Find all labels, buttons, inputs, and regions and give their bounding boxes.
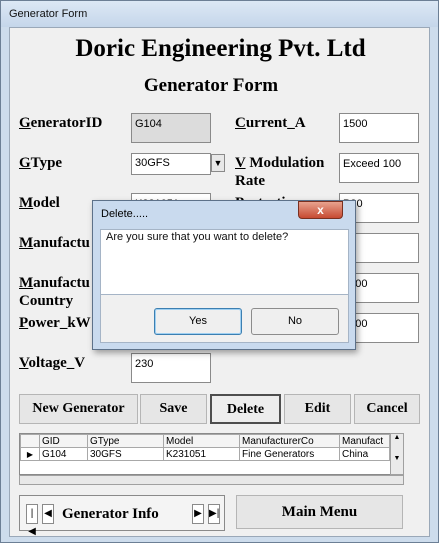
last-record-icon[interactable]: ▶| [208,504,220,524]
grid-vertical-scrollbar[interactable]: ▲ ▼ [390,433,404,475]
grid-col-header[interactable]: ManufacturerCo [239,434,340,448]
row-selector-header [20,434,40,448]
manufacturer-label: Manufactu [19,235,90,251]
current-a-label: Current_A [235,115,306,131]
gtype-combo[interactable]: 30GFS [131,153,211,175]
first-record-icon[interactable]: |◀ [26,504,38,537]
voltage-v-label: Voltage_V [19,355,86,371]
voltage-v-field[interactable]: 230 [131,353,211,383]
grid-horizontal-scrollbar[interactable] [19,475,404,485]
generator-datasheet[interactable]: GID GType Model ManufacturerCo Manufact … [19,433,404,475]
delete-confirm-dialog: Delete..... x Are you sure that you want… [92,200,356,350]
title-bar: Generator Form [1,1,438,27]
v-modulation-rate-field[interactable]: Exceed 100 [339,153,419,183]
model-label: Model [19,195,60,211]
dialog-title: Delete..... [101,208,149,220]
generator-id-label: GeneratorID [19,115,103,131]
dialog-message: Are you sure that you want to delete? [106,231,289,243]
grid-cell[interactable]: Fine Generators [239,447,340,461]
grid-cell[interactable]: China [339,447,390,461]
form-title: Generator Form [143,75,279,96]
delete-button[interactable]: Delete [210,394,281,424]
grid-col-header[interactable]: GType [87,434,164,448]
new-generator-button[interactable]: New Generator [19,394,138,424]
power-kw-label: Power_kW [19,315,91,331]
grid-col-header[interactable]: GID [39,434,88,448]
previous-record-icon[interactable]: ◀ [42,504,54,524]
grid-cell[interactable]: G104 [39,447,88,461]
main-menu-button[interactable]: Main Menu [236,495,403,529]
grid-header-row: GID GType Model ManufacturerCo Manufact [20,434,390,448]
yes-button[interactable]: Yes [154,308,242,335]
company-name: Doric Engineering Pvt. Ltd [75,35,366,62]
v-modulation-rate-label: V Modulation Rate [235,155,325,189]
record-navigator: |◀ ◀ Generator Info ▶ ▶| [19,495,225,537]
save-button[interactable]: Save [140,394,207,424]
navigator-label: Generator Info [62,506,159,522]
generator-form-window: Generator Form Doric Engineering Pvt. Lt… [0,0,439,543]
grid-cell[interactable]: 30GFS [87,447,164,461]
record-pointer-icon[interactable]: ▶ [20,447,40,461]
action-button-row: New Generator Save Delete Edit Cancel [19,394,420,424]
grid-cell[interactable]: K231051 [163,447,240,461]
next-record-icon[interactable]: ▶ [192,504,204,524]
grid-col-header[interactable]: Manufact [339,434,390,448]
current-a-field[interactable]: 1500 [339,113,419,143]
edit-button[interactable]: Edit [284,394,351,424]
manufacture-country-label: Manufactu Country [19,275,90,309]
no-button[interactable]: No [251,308,339,335]
window-title: Generator Form [9,8,88,20]
generator-id-field[interactable]: G104 [131,113,211,143]
chevron-down-icon[interactable]: ▼ [211,154,225,172]
table-row[interactable]: ▶ G104 30GFS K231051 Fine Generators Chi… [20,447,390,461]
cancel-button[interactable]: Cancel [354,394,420,424]
gtype-label: GType [19,155,63,171]
close-icon[interactable]: x [298,201,343,219]
grid-col-header[interactable]: Model [163,434,240,448]
